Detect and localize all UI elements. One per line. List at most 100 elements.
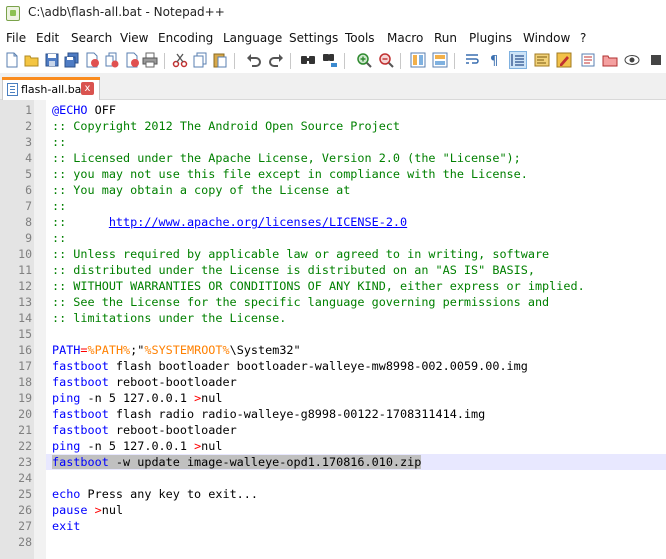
replace-icon[interactable] <box>322 52 338 68</box>
line-number: 17 <box>18 359 32 373</box>
code-line: :: you may not use this file except in c… <box>52 166 528 182</box>
save-icon[interactable] <box>44 52 60 68</box>
new-file-icon[interactable] <box>4 52 20 68</box>
code-token: flash radio radio-walleye-g8998-00122-17… <box>108 407 486 421</box>
line-number: 21 <box>18 423 32 437</box>
code-token: :: Copyright 2012 The Android Open Sourc… <box>52 119 401 133</box>
code-line: :: See the License for the specific lang… <box>52 294 549 310</box>
close-all-icon[interactable] <box>104 52 120 68</box>
code-line: fastboot -w update image-walleye-opd1.17… <box>52 454 422 470</box>
menu-settings[interactable]: Settings <box>289 31 338 45</box>
document-icon <box>7 83 18 96</box>
line-number: 18 <box>18 375 32 389</box>
line-number: 16 <box>18 343 32 357</box>
menu-window[interactable]: Window <box>523 31 570 45</box>
svg-text:¶: ¶ <box>490 54 498 68</box>
line-number: 8 <box>25 215 32 229</box>
code-token: ping <box>52 391 81 405</box>
code-token: :: <box>52 135 67 149</box>
doc-map-icon[interactable] <box>534 52 550 68</box>
line-number: 10 <box>18 247 32 261</box>
line-number: 23 <box>18 455 32 469</box>
redo-icon[interactable] <box>268 52 284 68</box>
line-number: 13 <box>18 295 32 309</box>
code-token: :: <box>52 215 109 229</box>
menu-plugins[interactable]: Plugins <box>469 31 512 45</box>
code-token: \System32" <box>229 343 301 357</box>
copy-icon[interactable] <box>192 52 208 68</box>
code-token: :: limitations under the License. <box>52 311 287 325</box>
code-line: fastboot flash radio radio-walleye-g8998… <box>52 406 485 422</box>
code-token: %PATH% <box>87 343 131 357</box>
monitoring-icon[interactable] <box>602 52 618 68</box>
paste-icon[interactable] <box>212 52 228 68</box>
code-token: fastboot <box>52 455 109 469</box>
code-line: exit <box>52 518 80 534</box>
zoom-out-icon[interactable] <box>378 52 394 68</box>
menu-view[interactable]: View <box>120 31 148 45</box>
function-list-icon[interactable] <box>556 52 572 68</box>
word-wrap-icon[interactable] <box>464 52 480 68</box>
cut-icon[interactable] <box>172 52 188 68</box>
code-token: fastboot <box>52 407 109 421</box>
line-number: 9 <box>25 231 32 245</box>
line-number: 14 <box>18 311 32 325</box>
line-number: 4 <box>25 151 32 165</box>
zoom-in-icon[interactable] <box>356 52 372 68</box>
line-number: 26 <box>18 503 32 517</box>
toolbar-separator <box>344 53 345 69</box>
folder-workspace-icon[interactable] <box>580 52 596 68</box>
window-title: C:\adb\flash-all.bat - Notepad++ <box>28 5 225 19</box>
code-token: fastboot <box>52 359 109 373</box>
tab-flash-all-bat[interactable]: flash-all.bat x <box>2 77 100 100</box>
menu-run[interactable]: Run <box>434 31 457 45</box>
code-token: -n 5 127.0.0.1 <box>80 391 195 405</box>
line-number: 6 <box>25 183 32 197</box>
code-line: :: limitations under the License. <box>52 310 286 326</box>
save-all-icon[interactable] <box>64 52 80 68</box>
code-line: :: WITHOUT WARRANTIES OR CONDITIONS OF A… <box>52 278 585 294</box>
find-icon[interactable] <box>300 52 316 68</box>
line-number: 1 <box>25 103 32 117</box>
menu-language[interactable]: Language <box>223 31 282 45</box>
notepad-plus-plus-app-icon <box>6 6 20 21</box>
line-number: 12 <box>18 279 32 293</box>
code-line: fastboot reboot-bootloader <box>52 374 237 390</box>
code-token: -n 5 127.0.0.1 <box>80 439 195 453</box>
open-file-icon[interactable] <box>24 52 40 68</box>
code-line: fastboot flash bootloader bootloader-wal… <box>52 358 528 374</box>
toolbar-separator <box>164 53 165 69</box>
menu-encoding[interactable]: Encoding <box>158 31 213 45</box>
code-token: :: Licensed under the Apache License, Ve… <box>52 151 521 165</box>
url-link[interactable]: http://www.apache.org/licenses/LICENSE-2… <box>109 215 407 229</box>
code-line: :: Licensed under the Apache License, Ve… <box>52 150 521 166</box>
sync-vertical-icon[interactable] <box>410 52 426 68</box>
menu-search[interactable]: Search <box>71 31 112 45</box>
close-icon[interactable] <box>84 52 100 68</box>
code-line: :: <box>52 230 66 246</box>
close-icon-2[interactable] <box>124 52 140 68</box>
code-token: %SYSTEMROOT% <box>144 343 230 357</box>
macro-stop-icon[interactable] <box>648 52 664 68</box>
menu-edit[interactable]: Edit <box>36 31 59 45</box>
indent-guide-icon[interactable] <box>509 51 527 69</box>
code-token: > <box>94 503 102 517</box>
code-token: echo <box>52 487 81 501</box>
sync-horizontal-icon[interactable] <box>432 52 448 68</box>
print-icon[interactable] <box>142 52 158 68</box>
tab-bar: flash-all.bat x <box>0 73 666 100</box>
show-all-chars-icon[interactable]: ¶ <box>486 52 502 68</box>
code-token: -w update image-walleye-opd1.170816.010.… <box>108 455 422 469</box>
line-number: 22 <box>18 439 32 453</box>
menu-macro[interactable]: Macro <box>387 31 423 45</box>
menu-help[interactable]: ? <box>580 31 586 45</box>
undo-icon[interactable] <box>246 52 262 68</box>
tab-close-icon[interactable]: x <box>81 82 94 95</box>
macro-record-icon[interactable] <box>624 52 640 68</box>
code-token: :: WITHOUT WARRANTIES OR CONDITIONS OF A… <box>52 279 585 293</box>
code-token: nul <box>201 391 223 405</box>
code-token: nul <box>101 503 124 517</box>
menu-tools[interactable]: Tools <box>345 31 375 45</box>
menu-file[interactable]: File <box>6 31 26 45</box>
